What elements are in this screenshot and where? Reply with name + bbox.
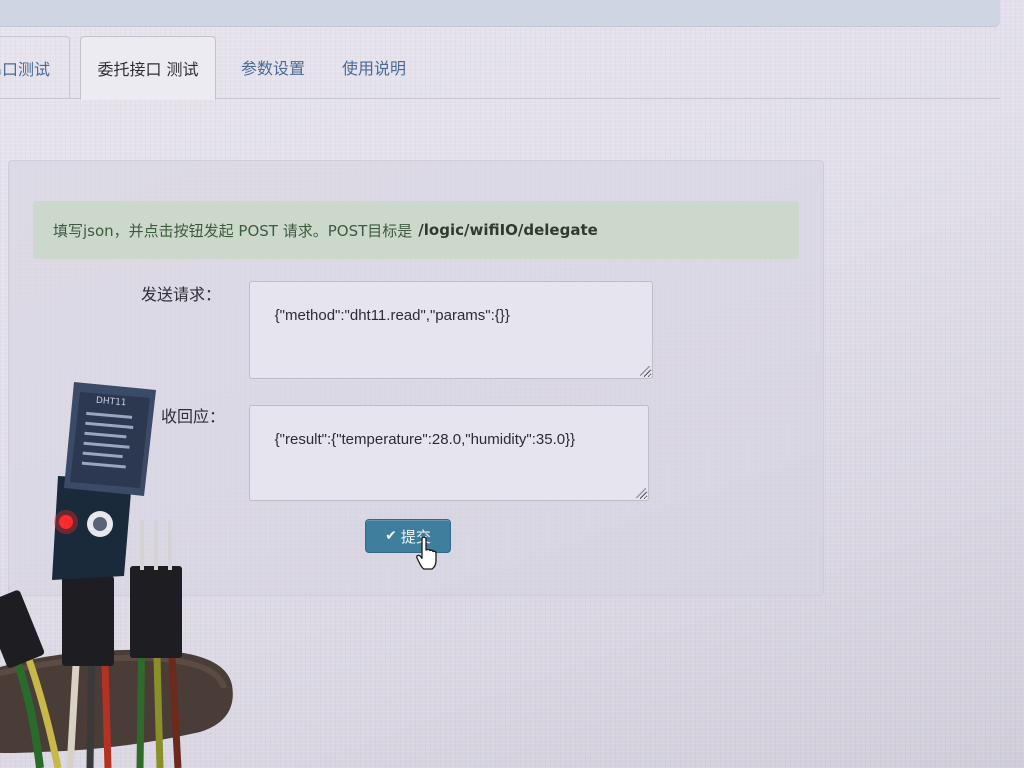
request-label: 发送请求：	[141, 285, 222, 304]
tab-label: 使用说明	[341, 59, 406, 78]
tab-delegate-test[interactable]: 委托接口 测试	[80, 36, 216, 100]
tab-label: 串口测试	[0, 60, 50, 79]
alert-text: 填写json，并点击按钮发起 POST 请求。POST目标是	[53, 221, 413, 240]
tab-bar: 串口测试 委托接口 测试 参数设置 使用说明	[0, 36, 1000, 100]
tab-settings[interactable]: 参数设置	[232, 36, 314, 98]
tab-label: 参数设置	[240, 59, 305, 78]
hand-cursor-icon	[416, 536, 437, 570]
request-textarea[interactable]: {"method":"dht11.read","params":{}}	[249, 281, 653, 379]
top-bar	[0, 0, 1000, 27]
tab-instructions[interactable]: 使用说明	[334, 36, 414, 98]
submit-button[interactable]: ✔ 提交	[365, 519, 451, 553]
response-textarea[interactable]: {"result":{"temperature":28.0,"humidity"…	[249, 405, 649, 501]
check-icon: ✔	[385, 528, 397, 544]
alert-target-url: /logic/wifiIO/delegate	[418, 221, 598, 239]
tab-label: 委托接口 测试	[97, 60, 199, 79]
dht11-sensor-photo: DHT11	[0, 382, 233, 768]
request-text: {"method":"dht11.read","params":{}}	[274, 307, 510, 324]
resize-grip-icon[interactable]	[636, 488, 646, 498]
response-text: {"result":{"temperature":28.0,"humidity"…	[274, 431, 576, 448]
tab-serial-test[interactable]: 串口测试	[0, 36, 70, 99]
info-alert: 填写json，并点击按钮发起 POST 请求。POST目标是 /logic/wi…	[33, 201, 799, 259]
resize-grip-icon[interactable]	[640, 366, 650, 376]
